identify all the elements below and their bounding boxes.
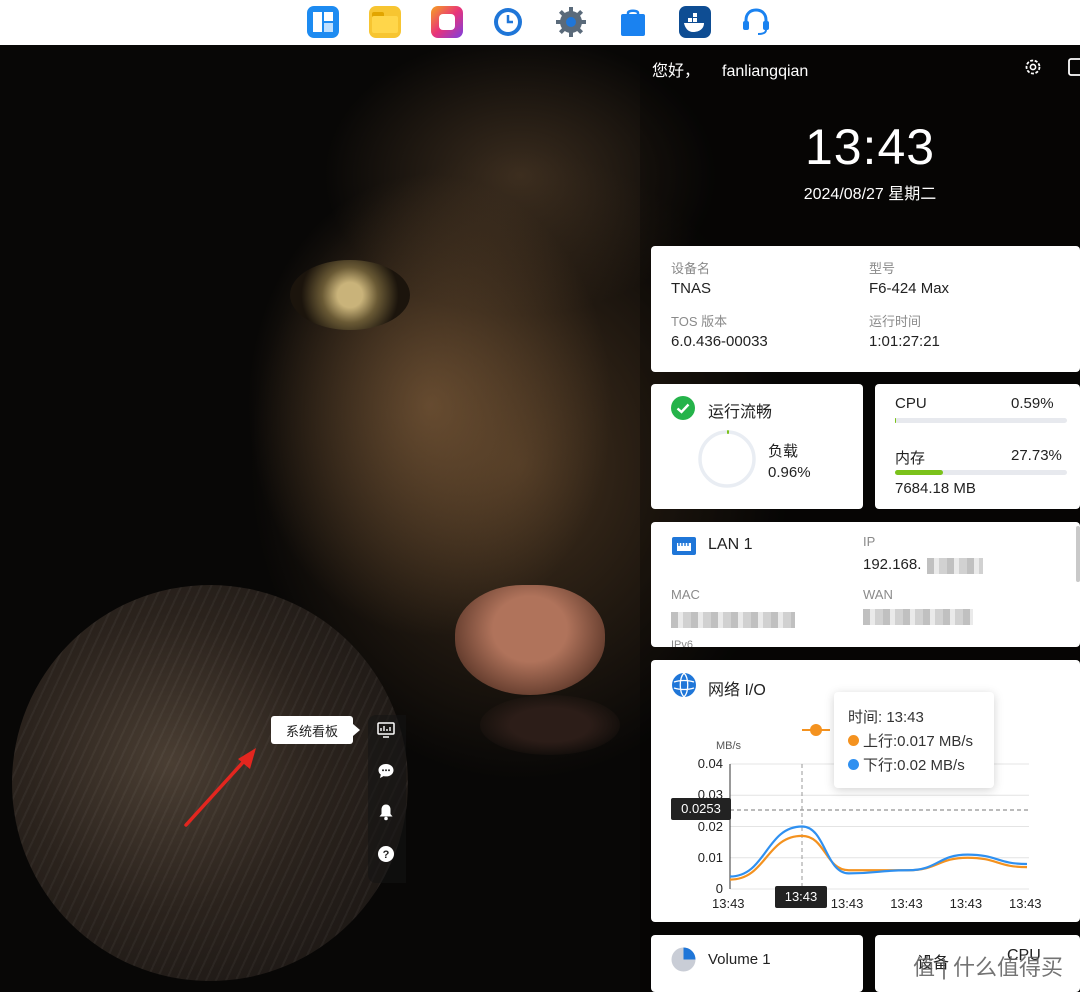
system-status-card: 运行流畅 负载 0.96% xyxy=(651,384,863,509)
settings-icon[interactable] xyxy=(555,6,587,38)
svg-text:?: ? xyxy=(383,849,390,861)
tooltip-download: 下行:0.02 MB/s xyxy=(863,757,965,774)
uptime-value: 1:01:27:21 xyxy=(869,333,940,350)
tooltip-upload-row: 上行:0.017 MB/s xyxy=(848,730,973,751)
crosshair-y-value: 0.0253 xyxy=(671,798,731,820)
cpu-label: CPU xyxy=(895,395,927,412)
x-tick-label: 13:43 xyxy=(890,896,923,911)
cpu-bar xyxy=(895,418,1067,423)
clock-date: 2024/08/27 星期二 xyxy=(803,186,937,203)
file-manager-icon[interactable] xyxy=(369,6,401,38)
x-tick-label: 13:43 xyxy=(830,896,864,911)
tos-version-label: TOS 版本 xyxy=(671,314,728,329)
volume-card: Volume 1 xyxy=(651,935,863,992)
lan-card: LAN 1 IP 192.168. MAC WAN IPv6 xyxy=(651,522,1080,647)
tooltip-download-row: 下行:0.02 MB/s xyxy=(848,754,965,775)
message-icon[interactable] xyxy=(376,761,396,781)
mac-redacted xyxy=(671,612,795,628)
tooltip-upload: 上行:0.017 MB/s xyxy=(863,733,974,750)
gear-icon[interactable] xyxy=(1023,57,1043,77)
tos-version-value: 6.0.436-00033 xyxy=(671,333,768,350)
greeting-hello: 您好， xyxy=(652,63,701,80)
memory-bar xyxy=(895,470,1067,475)
cpu-value: 0.59% xyxy=(1011,395,1054,412)
ip-label: IP xyxy=(863,534,876,549)
dashboard-icon[interactable] xyxy=(376,720,396,740)
memory-value: 27.73% xyxy=(1011,447,1062,464)
device-name-label: 设备名 xyxy=(671,261,711,276)
y-tick-label: 0.01 xyxy=(697,849,723,865)
uptime-label: 运行时间 xyxy=(869,314,922,329)
control-panel-icon[interactable] xyxy=(307,6,339,38)
wan-redacted xyxy=(863,609,973,625)
greeting-username[interactable]: fanliangqian xyxy=(722,63,808,80)
red-arrow-annotation xyxy=(184,748,256,827)
upload-dot-icon xyxy=(848,735,859,746)
ip-value: 192.168. xyxy=(863,556,922,573)
clock-time: 13:43 xyxy=(804,119,936,175)
lan-scrollbar[interactable] xyxy=(1076,526,1080,582)
greeting: 您好， fanliangqian xyxy=(652,57,808,81)
site-watermark: 值 | 什么值得买 xyxy=(913,955,1063,980)
taskbar xyxy=(0,0,1080,45)
lynx-mouth xyxy=(480,695,620,755)
chart-y-axis-unit: MB/s xyxy=(716,740,742,752)
wan-label: WAN xyxy=(863,587,893,602)
load-value: 0.96% xyxy=(768,464,811,481)
logout-icon[interactable] xyxy=(1068,57,1080,77)
pie-chart-icon xyxy=(671,947,696,977)
volume-title: Volume 1 xyxy=(708,951,771,968)
help-icon[interactable]: ? xyxy=(376,844,396,864)
y-tick-label: 0 xyxy=(715,881,723,896)
support-icon[interactable] xyxy=(740,6,772,38)
ipv6-label: IPv6 xyxy=(671,639,694,647)
model-value: F6-424 Max xyxy=(869,280,950,297)
legend-marker-upload[interactable] xyxy=(800,722,832,738)
backup-icon[interactable] xyxy=(492,6,524,38)
lynx-eye xyxy=(290,260,410,330)
x-tick-label: 13:43 xyxy=(1009,896,1042,911)
check-circle-icon xyxy=(671,396,695,425)
load-gauge xyxy=(698,430,756,488)
y-tick-label: 0.04 xyxy=(697,756,723,771)
dashboard-tooltip: 系统看板 xyxy=(271,716,360,744)
crosshair-x-value: 13:43 xyxy=(775,886,827,908)
series-line-download xyxy=(729,825,1028,878)
photos-icon[interactable] xyxy=(431,6,463,38)
y-tick-label: 0.02 xyxy=(697,818,723,834)
memory-label: 内存 xyxy=(895,450,926,467)
x-tick-label: 13:43 xyxy=(949,896,983,911)
device-info-card: 设备名 TNAS 型号 F6-424 Max TOS 版本 6.0.436-00… xyxy=(651,246,1080,372)
lynx-nose xyxy=(455,585,605,695)
docker-icon[interactable] xyxy=(679,6,711,38)
bell-icon[interactable] xyxy=(376,802,396,822)
mac-label: MAC xyxy=(671,587,700,602)
model-label: 型号 xyxy=(869,261,896,276)
resource-usage-card: CPU 0.59% 内存 27.73% 7684.18 MB xyxy=(875,384,1080,509)
memory-used: 7684.18 MB xyxy=(895,480,976,497)
ip-redacted xyxy=(927,558,983,574)
status-title: 运行流畅 xyxy=(708,404,773,421)
tooltip-time: 时间: 13:43 xyxy=(848,709,924,726)
load-label: 负载 xyxy=(768,443,799,460)
device-name-value: TNAS xyxy=(671,280,712,297)
app-center-icon[interactable] xyxy=(617,6,649,38)
x-tick-label: 13:43 xyxy=(712,896,745,911)
network-port-icon xyxy=(671,534,697,563)
lan-title: LAN 1 xyxy=(708,536,753,553)
chart-tooltip: 时间: 13:43 上行:0.017 MB/s 下行:0.02 MB/s xyxy=(834,692,994,788)
download-dot-icon xyxy=(848,759,859,770)
